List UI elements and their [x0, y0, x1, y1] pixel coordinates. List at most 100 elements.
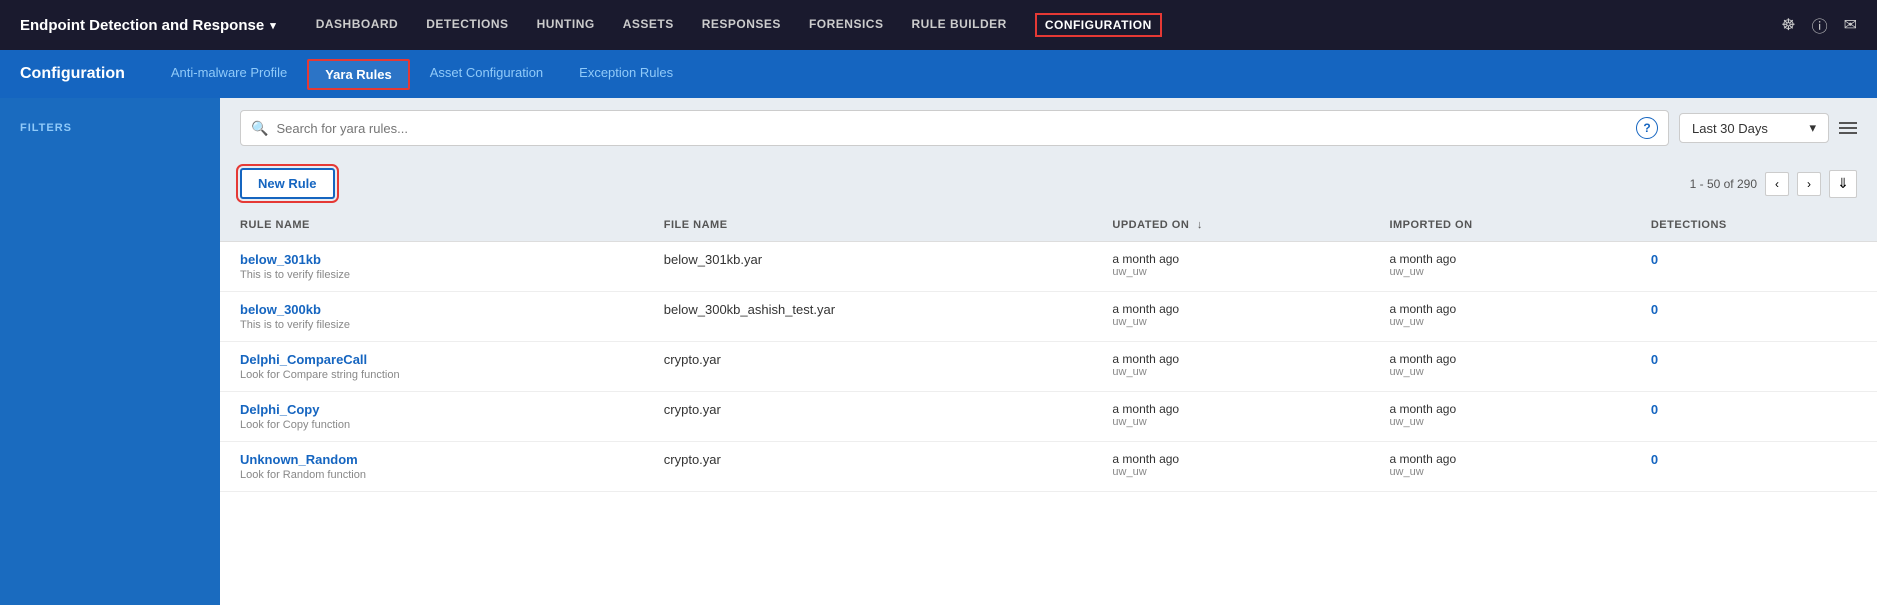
file-name-0: below_301kb.yar [664, 252, 762, 267]
user-icon[interactable]: ☸ [1781, 15, 1795, 35]
nav-item-rule-builder[interactable]: RULE BUILDER [911, 13, 1006, 37]
cell-updated-4: a month ago uw_uw [1092, 442, 1369, 492]
cell-file-name-3: crypto.yar [644, 392, 1093, 442]
cell-detections-0: 0 [1631, 242, 1877, 292]
imported-time-2: a month ago [1389, 352, 1610, 366]
search-input[interactable] [276, 121, 1622, 136]
rule-name-link-1[interactable]: below_300kb [240, 302, 624, 317]
date-filter-label: Last 30 Days [1692, 121, 1768, 136]
imported-user-1: uw_uw [1389, 316, 1610, 328]
date-filter[interactable]: Last 30 Days ▾ [1679, 113, 1829, 143]
col-rule-name: RULE NAME [220, 209, 644, 242]
imported-user-2: uw_uw [1389, 366, 1610, 378]
nav-item-assets[interactable]: ASSETS [623, 13, 674, 37]
cell-detections-3: 0 [1631, 392, 1877, 442]
cell-updated-2: a month ago uw_uw [1092, 342, 1369, 392]
col-imported-on: IMPORTED ON [1369, 209, 1630, 242]
detection-count-0[interactable]: 0 [1651, 252, 1658, 267]
rule-desc-1: This is to verify filesize [240, 319, 350, 331]
sub-header-title: Configuration [20, 65, 125, 83]
col-detections: DETECTIONS [1631, 209, 1877, 242]
file-name-3: crypto.yar [664, 402, 721, 417]
rule-desc-3: Look for Copy function [240, 419, 350, 431]
updated-time-1: a month ago [1112, 302, 1349, 316]
updated-time-2: a month ago [1112, 352, 1349, 366]
cell-rule-name-2: Delphi_CompareCall Look for Compare stri… [220, 342, 644, 392]
rule-name-link-4[interactable]: Unknown_Random [240, 452, 624, 467]
new-rule-button[interactable]: New Rule [240, 168, 335, 199]
pagination-prev-button[interactable]: ‹ [1765, 172, 1789, 196]
updated-user-4: uw_uw [1112, 466, 1349, 478]
layout: FILTERS 🔍 ? Last 30 Days ▾ New Rule 1 - … [0, 98, 1877, 605]
pagination: 1 - 50 of 290 ‹ › ⇓ [1690, 170, 1857, 198]
cell-updated-1: a month ago uw_uw [1092, 292, 1369, 342]
toolbar: 🔍 ? Last 30 Days ▾ [220, 98, 1877, 158]
sidebar: FILTERS [0, 98, 220, 605]
rule-desc-4: Look for Random function [240, 469, 366, 481]
cell-updated-0: a month ago uw_uw [1092, 242, 1369, 292]
nav-item-forensics[interactable]: FORENSICS [809, 13, 884, 37]
rule-name-link-2[interactable]: Delphi_CompareCall [240, 352, 624, 367]
nav-item-hunting[interactable]: HUNTING [537, 13, 595, 37]
imported-user-0: uw_uw [1389, 266, 1610, 278]
table-row: below_300kb This is to verify filesize b… [220, 292, 1877, 342]
pagination-next-button[interactable]: › [1797, 172, 1821, 196]
rule-name-link-0[interactable]: below_301kb [240, 252, 624, 267]
nav-item-dashboard[interactable]: DASHBOARD [316, 13, 399, 37]
table-body: below_301kb This is to verify filesize b… [220, 242, 1877, 492]
rule-name-link-3[interactable]: Delphi_Copy [240, 402, 624, 417]
updated-user-0: uw_uw [1112, 266, 1349, 278]
cell-imported-4: a month ago uw_uw [1369, 442, 1630, 492]
help-icon[interactable]: ? [1636, 117, 1658, 139]
cell-imported-1: a month ago uw_uw [1369, 292, 1630, 342]
cell-rule-name-1: below_300kb This is to verify filesize [220, 292, 644, 342]
search-icon: 🔍 [251, 120, 268, 137]
rules-table: RULE NAME FILE NAME UPDATED ON ↓ IMPORTE… [220, 209, 1877, 492]
sub-tabs: Anti-malware Profile Yara Rules Asset Co… [155, 59, 689, 90]
app-title-text: Endpoint Detection and Response [20, 17, 264, 34]
tab-anti-malware[interactable]: Anti-malware Profile [155, 59, 303, 90]
imported-time-3: a month ago [1389, 402, 1610, 416]
imported-time-4: a month ago [1389, 452, 1610, 466]
cell-detections-2: 0 [1631, 342, 1877, 392]
cell-file-name-4: crypto.yar [644, 442, 1093, 492]
detection-count-2[interactable]: 0 [1651, 352, 1658, 367]
cell-rule-name-3: Delphi_Copy Look for Copy function [220, 392, 644, 442]
nav-items: DASHBOARD DETECTIONS HUNTING ASSETS RESP… [316, 13, 1782, 37]
detection-count-3[interactable]: 0 [1651, 402, 1658, 417]
tab-exception-rules[interactable]: Exception Rules [563, 59, 689, 90]
cell-rule-name-0: below_301kb This is to verify filesize [220, 242, 644, 292]
date-filter-chevron: ▾ [1809, 120, 1816, 136]
app-title: Endpoint Detection and Response ▾ [20, 17, 276, 34]
col-file-name: FILE NAME [644, 209, 1093, 242]
detection-count-4[interactable]: 0 [1651, 452, 1658, 467]
detection-count-1[interactable]: 0 [1651, 302, 1658, 317]
cell-imported-0: a month ago uw_uw [1369, 242, 1630, 292]
cell-imported-2: a month ago uw_uw [1369, 342, 1630, 392]
sort-arrow-updated: ↓ [1197, 219, 1203, 231]
table-row: Delphi_Copy Look for Copy function crypt… [220, 392, 1877, 442]
updated-time-0: a month ago [1112, 252, 1349, 266]
tab-yara-rules[interactable]: Yara Rules [307, 59, 410, 90]
nav-item-configuration[interactable]: CONFIGURATION [1035, 13, 1162, 37]
top-nav: Endpoint Detection and Response ▾ DASHBO… [0, 0, 1877, 50]
file-name-1: below_300kb_ashish_test.yar [664, 302, 835, 317]
tab-asset-config[interactable]: Asset Configuration [414, 59, 559, 90]
imported-user-4: uw_uw [1389, 466, 1610, 478]
help-circle-icon[interactable]: ⓘ [1812, 13, 1828, 37]
cell-imported-3: a month ago uw_uw [1369, 392, 1630, 442]
nav-item-responses[interactable]: RESPONSES [702, 13, 781, 37]
table-row: below_301kb This is to verify filesize b… [220, 242, 1877, 292]
col-updated-on[interactable]: UPDATED ON ↓ [1092, 209, 1369, 242]
imported-time-1: a month ago [1389, 302, 1610, 316]
mail-icon[interactable]: ✉ [1844, 15, 1857, 35]
sidebar-filters-label: FILTERS [0, 114, 220, 142]
updated-time-3: a month ago [1112, 402, 1349, 416]
hamburger-menu-icon[interactable] [1839, 122, 1857, 134]
search-wrapper: 🔍 ? [240, 110, 1669, 146]
app-title-chevron[interactable]: ▾ [270, 19, 276, 32]
nav-item-detections[interactable]: DETECTIONS [426, 13, 508, 37]
file-name-4: crypto.yar [664, 452, 721, 467]
download-button[interactable]: ⇓ [1829, 170, 1857, 198]
updated-user-2: uw_uw [1112, 366, 1349, 378]
